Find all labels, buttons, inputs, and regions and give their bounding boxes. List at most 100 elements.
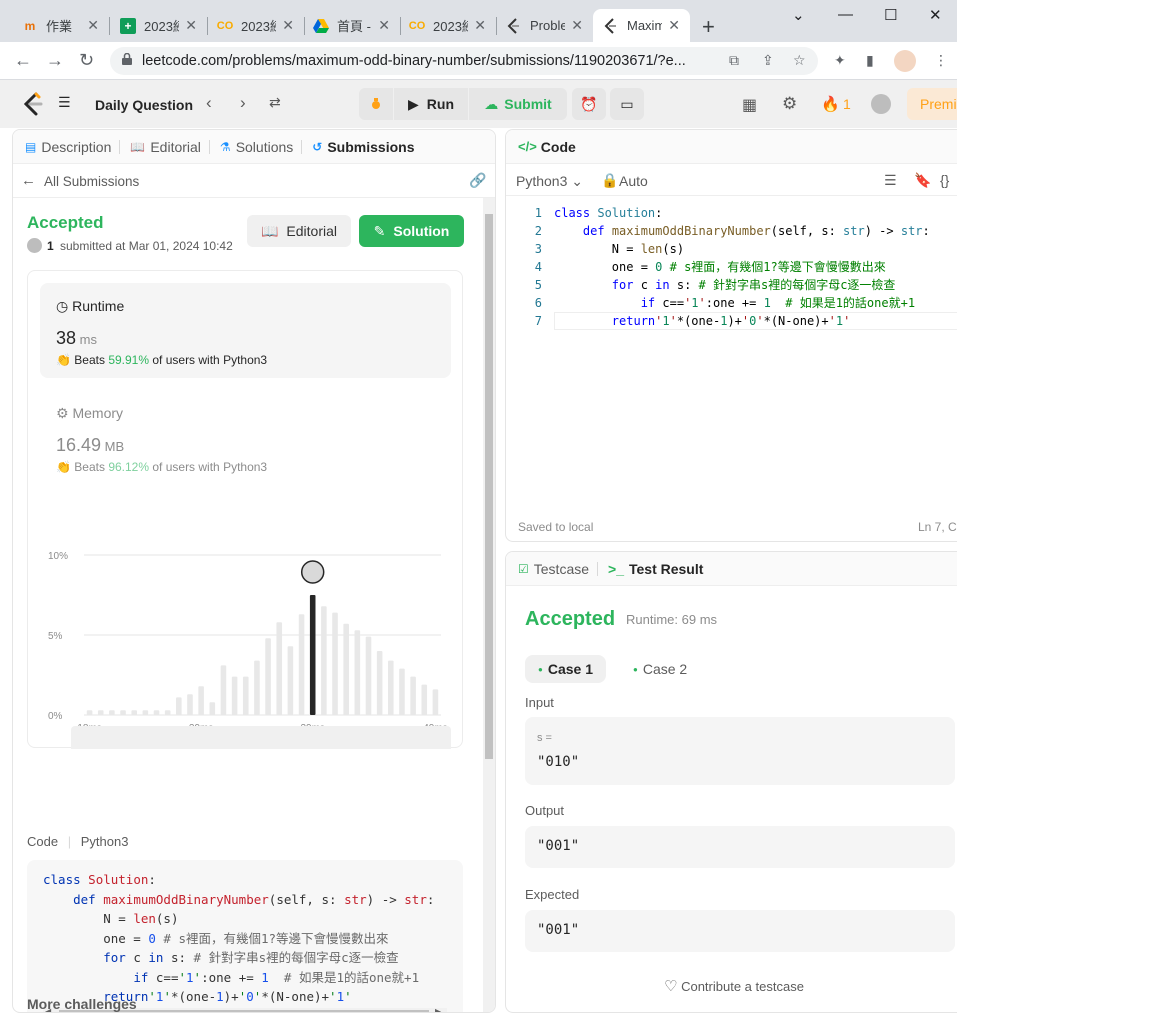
scrollbar-thumb[interactable] [485, 214, 493, 759]
prev-problem-icon[interactable]: ‹ [206, 93, 212, 113]
case-1-tab[interactable]: ● Case 1 [525, 655, 606, 683]
bar [209, 702, 216, 715]
minimize-icon[interactable]: — [838, 6, 853, 23]
next-problem-icon[interactable]: › [240, 93, 246, 113]
y-tick-label: 0% [48, 711, 63, 722]
premium-button[interactable]: Premi [907, 88, 957, 120]
notes-icon[interactable]: ▭ [610, 88, 644, 120]
bar [120, 710, 126, 715]
vertical-scrollbar[interactable] [483, 198, 495, 1012]
back-arrow-icon[interactable]: ← [21, 172, 36, 189]
bookmark-star-icon[interactable]: ☆ [793, 52, 806, 69]
maximize-icon[interactable]: ☐ [884, 6, 897, 24]
format-icon[interactable]: ☰ [884, 172, 897, 189]
runtime-box[interactable]: ◷ Runtime 38 ms 👏 Beats 59.91% of users … [40, 283, 451, 378]
code-label: Code [27, 834, 59, 849]
tab-test-result[interactable]: >_ Test Result [608, 561, 703, 577]
link-icon[interactable]: 🔗 [469, 172, 486, 189]
browser-tab[interactable]: 首頁 - ✕ [303, 9, 400, 42]
runtime-distribution-chart[interactable]: 10%5%0%18ms29ms39ms49ms18ms29ms39ms49ms [28, 489, 464, 749]
share-icon[interactable]: ⇪ [762, 52, 774, 69]
y-tick-label: 5% [48, 631, 63, 642]
case-2-tab[interactable]: ● Case 2 [620, 655, 700, 683]
auto-mode[interactable]: Auto [619, 173, 648, 189]
streak-fire-icon[interactable]: 🔥 [821, 95, 840, 113]
flask-icon: ⚗ [219, 139, 231, 154]
memory-value-row: 16.49 MB [56, 435, 124, 456]
problem-list-icon[interactable]: ☰ [58, 94, 78, 111]
translate-icon[interactable]: ⧉ [729, 52, 739, 69]
reload-icon[interactable]: ↻ [79, 50, 94, 71]
tab-editorial[interactable]: 📖 Editorial [130, 139, 201, 155]
settings-gear-icon[interactable]: ⚙ [782, 94, 797, 114]
back-icon[interactable]: ← [14, 50, 32, 71]
runtime-header: ◷ Runtime [56, 298, 124, 315]
case-label: Case 1 [547, 661, 593, 677]
y-tick-label: 10% [48, 551, 68, 562]
code-editor[interactable]: class Solution: def maximumOddBinaryNumb… [554, 204, 930, 330]
language-select[interactable]: Python3 ⌄ [516, 173, 583, 190]
tab-testcase[interactable]: ☑ Testcase [518, 561, 589, 577]
tab-description[interactable]: ▤ Description [25, 139, 111, 155]
solution-button[interactable]: ✎ Solution [359, 215, 464, 247]
alarm-icon[interactable]: ⏰ [572, 88, 606, 120]
close-icon[interactable]: ✕ [185, 17, 197, 34]
terminal-icon: >_ [608, 560, 624, 577]
debug-icon[interactable] [359, 88, 393, 120]
code-panel-header: </> Code [506, 130, 957, 164]
curly-braces-icon[interactable]: {} [940, 172, 949, 188]
tab-divider [119, 139, 121, 154]
leetcode-logo[interactable] [22, 92, 44, 116]
chevron-down-icon[interactable]: ⌄ [792, 6, 805, 24]
new-tab-icon[interactable]: + [702, 14, 715, 40]
close-icon[interactable]: ✕ [571, 17, 583, 34]
close-icon[interactable]: ✕ [87, 17, 99, 34]
browser-tab[interactable]: + 2023練 ✕ [110, 9, 207, 42]
beats-prefix: Beats [74, 460, 105, 474]
submitted-code-block[interactable]: class Solution: def maximumOddBinaryNumb… [27, 860, 463, 1012]
submitted-at: submitted at Mar 01, 2024 10:42 [60, 239, 233, 253]
submit-button[interactable]: ☁ Submit [469, 88, 567, 120]
forward-icon[interactable]: → [46, 50, 64, 71]
memory-header[interactable]: ⚙ Memory [56, 405, 123, 422]
tab-title: 2023練 [433, 19, 468, 34]
close-icon[interactable]: ✕ [474, 17, 486, 34]
tab-label: Testcase [533, 560, 590, 577]
saved-status: Saved to local [518, 520, 594, 534]
menu-kebab-icon[interactable]: ⋮ [934, 52, 948, 69]
browser-tab-active[interactable]: Maxim ✕ [593, 9, 690, 42]
layout-icon[interactable]: ▦ [742, 95, 757, 115]
left-panel-tabs: ▤ Description 📖 Editorial ⚗ Solutions ↺ Subm… [13, 130, 495, 164]
lock-icon [122, 52, 132, 69]
profile-avatar[interactable] [894, 50, 916, 72]
tab-submissions[interactable]: ↺ Submissions [312, 139, 414, 155]
side-panel-icon[interactable]: ▮ [866, 52, 874, 69]
shuffle-icon[interactable]: ⇄ [269, 94, 281, 111]
memory-beats-pct: 96.12% [108, 460, 150, 474]
code-section-header: Code | Python3 [27, 834, 129, 849]
browser-tab[interactable]: Proble ✕ [496, 9, 593, 42]
submitter-name[interactable]: 1 [47, 239, 54, 253]
editorial-button[interactable]: 📖 Editorial [247, 215, 351, 247]
leetcode-icon [506, 17, 522, 34]
line-number: 4 [534, 260, 542, 274]
browser-tab[interactable]: CO 2023練 ✕ [207, 9, 304, 42]
tab-solutions[interactable]: ⚗ Solutions [220, 139, 293, 155]
sheets-icon: + [120, 17, 136, 34]
user-avatar[interactable] [871, 94, 891, 114]
daily-question-link[interactable]: Daily Question [95, 97, 193, 113]
browser-tab[interactable]: m 作業 ✕ [12, 9, 109, 42]
close-icon[interactable]: ✕ [668, 17, 680, 34]
bookmark-icon[interactable]: 🔖 [914, 172, 931, 189]
close-icon[interactable]: ✕ [378, 17, 390, 34]
tab-title: 2023練 [241, 19, 276, 34]
close-window-icon[interactable]: ✕ [929, 6, 942, 24]
address-bar[interactable]: leetcode.com/problems/maximum-odd-binary… [110, 47, 818, 75]
browser-tab[interactable]: CO 2023練 ✕ [399, 9, 496, 42]
all-submissions-link[interactable]: All Submissions [44, 174, 139, 189]
extensions-icon[interactable]: ✦ [834, 52, 846, 69]
close-icon[interactable]: ✕ [282, 17, 294, 34]
contribute-testcase-link[interactable]: ♡ Contribute a testcase [664, 977, 804, 995]
run-button[interactable]: ▶ Run [394, 88, 468, 120]
input-label: Input [525, 695, 554, 710]
